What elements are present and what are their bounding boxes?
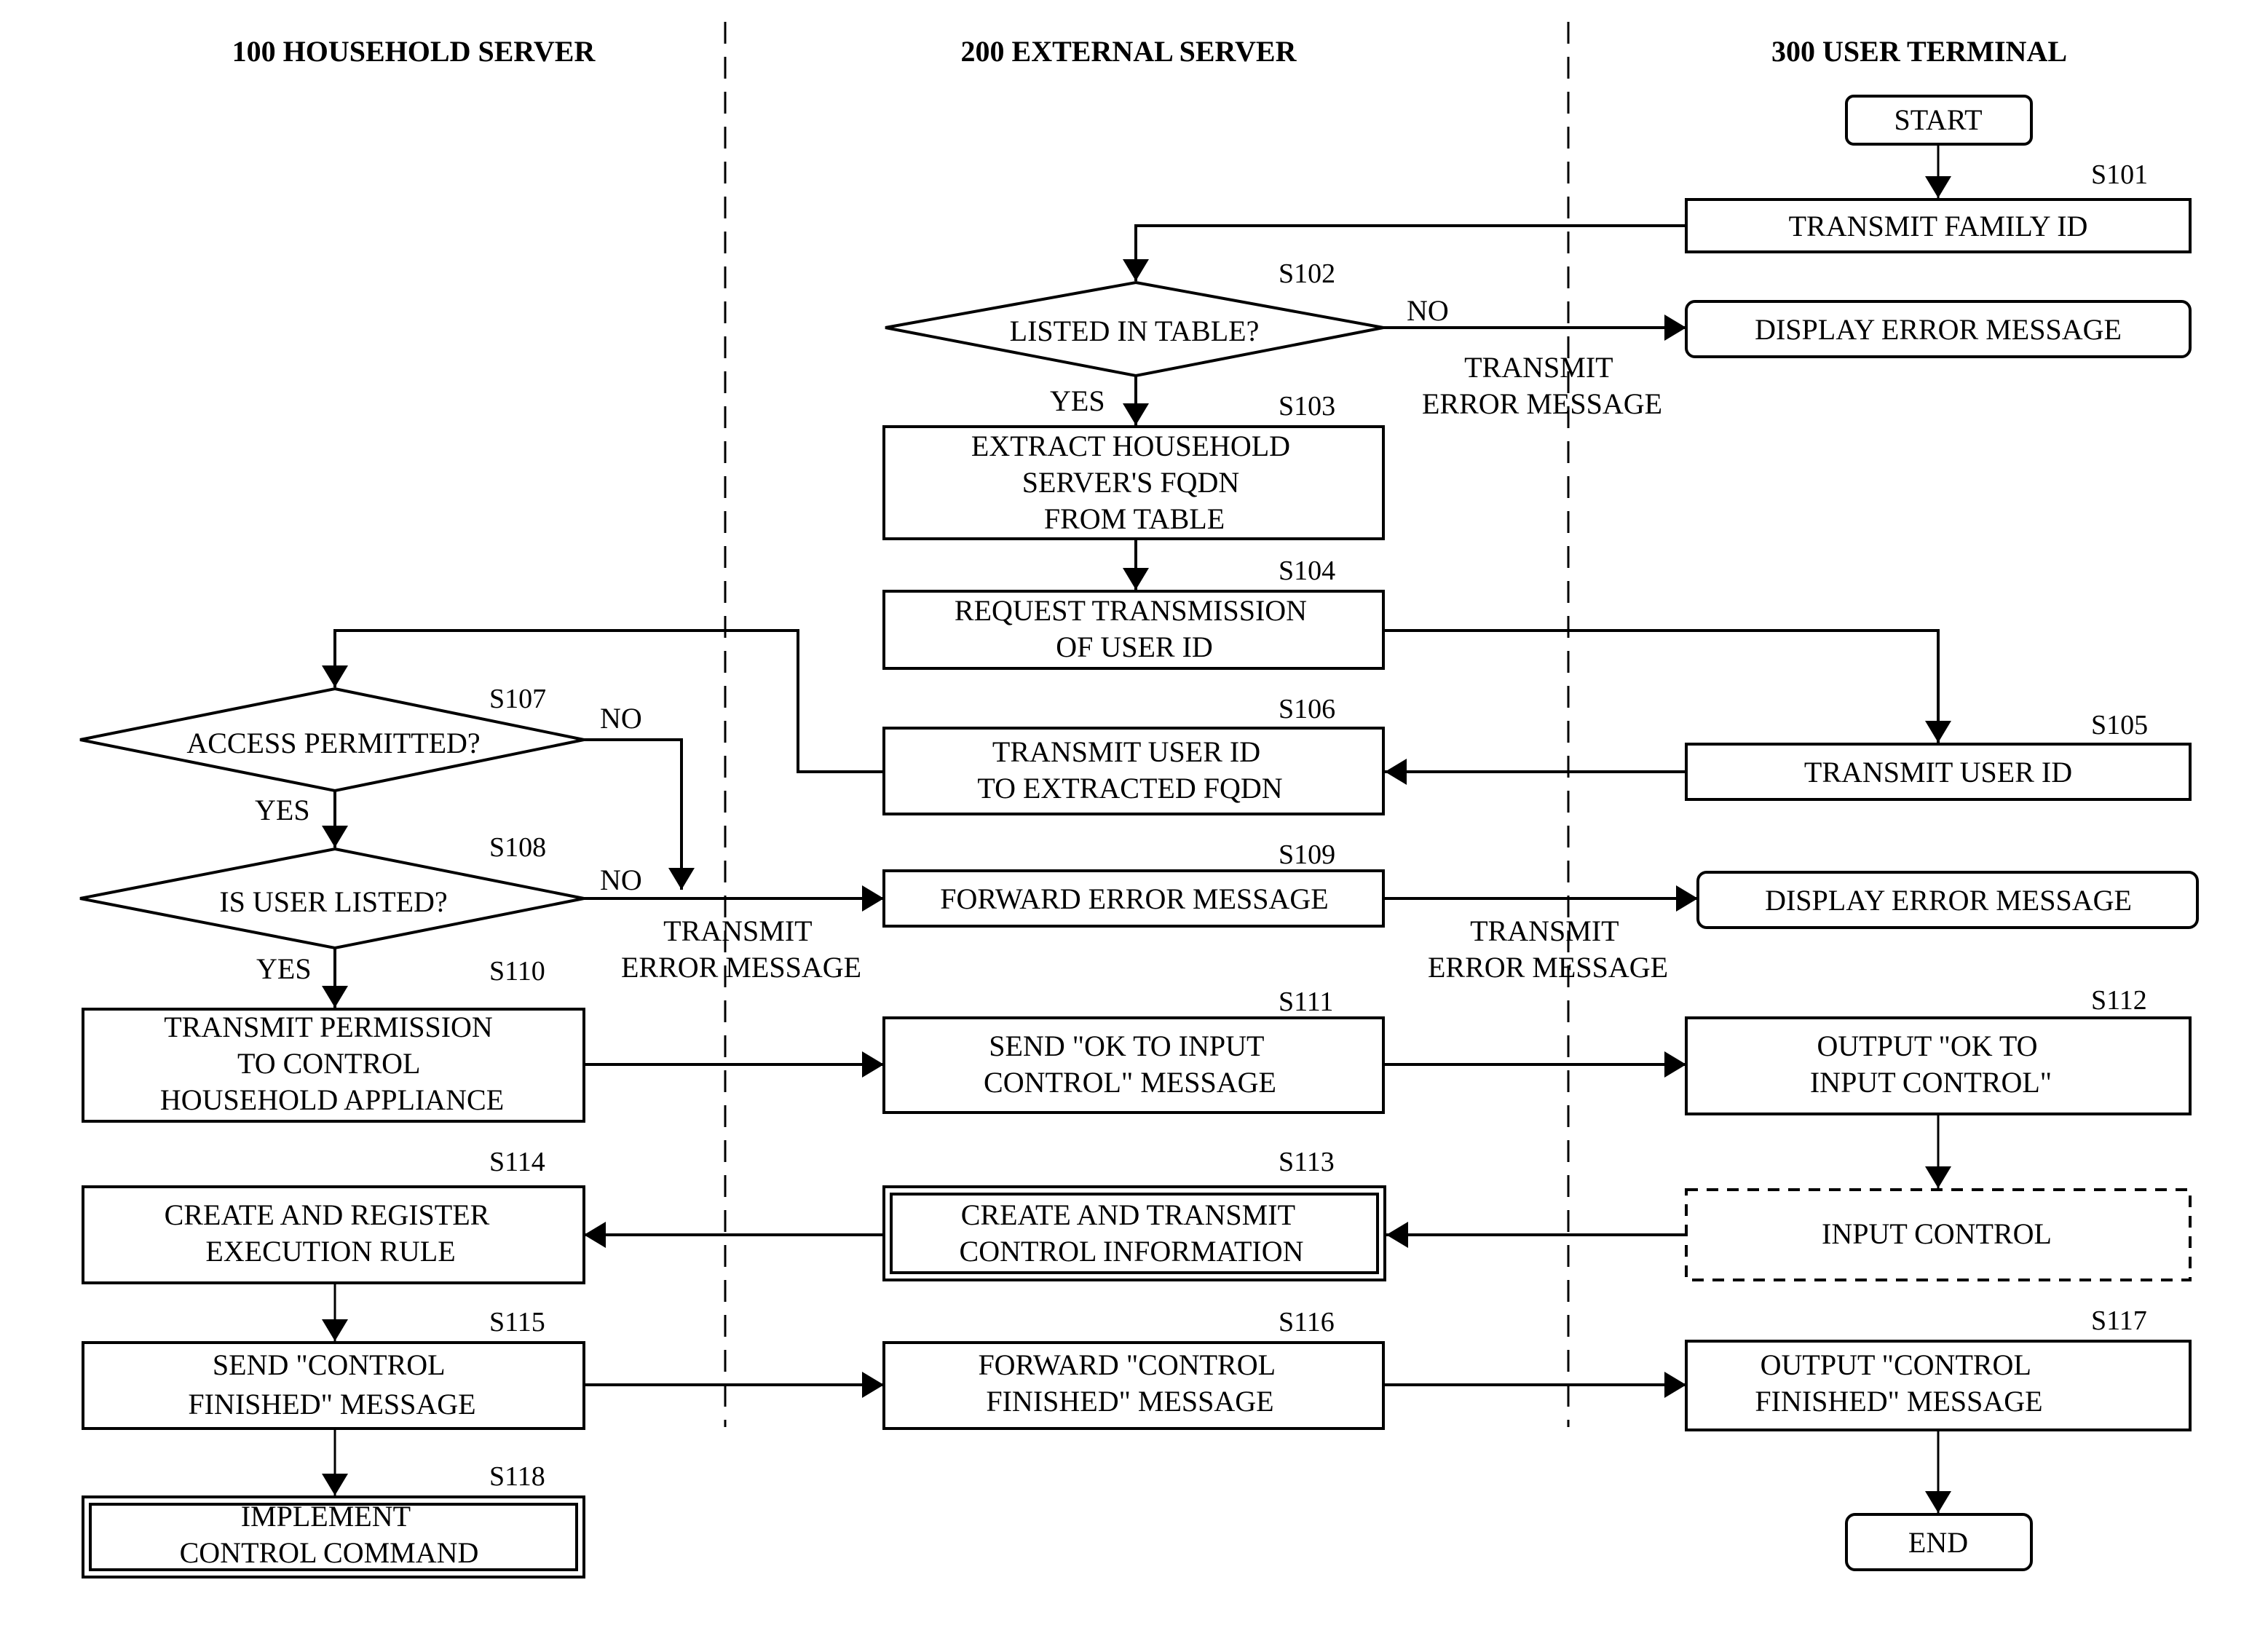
display-error-message-2: DISPLAY ERROR MESSAGE xyxy=(1696,871,2199,929)
step-s103-extract-fqdn: S103 EXTRACT HOUSEHOLD SERVER'S FQDN FRO… xyxy=(882,391,1385,540)
step-s104-request-user-id: S104 REQUEST TRANSMISSION OF USER ID xyxy=(882,556,1385,670)
step-number: S117 xyxy=(2091,1305,2147,1336)
node-label: TRANSMIT USER ID xyxy=(1804,756,2072,789)
step-number: S106 xyxy=(1279,694,1335,724)
step-number: S109 xyxy=(1279,839,1335,870)
step-s116-forward-control-finished: S116 FORWARD "CONTROL FINISHED" MESSAGE xyxy=(882,1307,1385,1430)
step-number: S112 xyxy=(2091,985,2147,1016)
step-number: S116 xyxy=(1279,1307,1335,1337)
step-number: S118 xyxy=(489,1461,545,1492)
transmit-error-label-1: TRANSMIT ERROR MESSAGE xyxy=(1422,351,1662,420)
transmit-error-label-3: TRANSMIT ERROR MESSAGE xyxy=(1428,914,1668,984)
step-s106-transmit-to-fqdn: S106 TRANSMIT USER ID TO EXTRACTED FQDN xyxy=(882,694,1385,815)
start-terminal: START xyxy=(1845,95,2033,146)
step-number: S111 xyxy=(1279,987,1333,1017)
end-terminal: END xyxy=(1845,1513,2033,1571)
node-label: TRANSMIT FAMILY ID xyxy=(1789,210,2088,242)
flowchart: 100 HOUSEHOLD SERVER 200 EXTERNAL SERVER… xyxy=(79,22,2199,1578)
step-number: S108 xyxy=(489,832,546,863)
step-s108-is-user-listed: S108 IS USER LISTED? xyxy=(79,832,585,950)
step-s107-access-permitted: S107 ACCESS PERMITTED? xyxy=(79,684,585,793)
step-s111-send-ok-message: S111 SEND "OK TO INPUT CONTROL" MESSAGE xyxy=(882,987,1385,1114)
step-number: S103 xyxy=(1279,391,1335,422)
s102-yes-label: YES xyxy=(1050,384,1105,417)
step-number: S115 xyxy=(489,1307,545,1337)
step-number: S113 xyxy=(1279,1147,1335,1177)
node-label: ACCESS PERMITTED? xyxy=(186,727,480,759)
lane-title-user-terminal: 300 USER TERMINAL xyxy=(1771,35,2067,68)
step-s109-forward-error-message: S109 FORWARD ERROR MESSAGE xyxy=(882,839,1385,928)
s107-yes-label: YES xyxy=(255,794,310,826)
input-control-step: INPUT CONTROL xyxy=(1685,1188,2192,1281)
node-label: IS USER LISTED? xyxy=(219,885,447,918)
step-number: S110 xyxy=(489,956,545,987)
lane-title-household-server: 100 HOUSEHOLD SERVER xyxy=(232,35,596,68)
step-number: S104 xyxy=(1279,556,1335,586)
step-number: S102 xyxy=(1279,258,1335,289)
step-s114-create-register-rule: S114 CREATE AND REGISTER EXECUTION RULE xyxy=(82,1147,585,1284)
step-s115-send-control-finished: S115 SEND "CONTROL FINISHED" MESSAGE xyxy=(82,1307,585,1430)
s108-yes-label: YES xyxy=(256,952,312,985)
end-label: END xyxy=(1908,1526,1968,1559)
node-label: DISPLAY ERROR MESSAGE xyxy=(1755,313,2122,346)
start-label: START xyxy=(1894,103,1982,136)
node-label: DISPLAY ERROR MESSAGE xyxy=(1765,884,2132,917)
step-number: S114 xyxy=(489,1147,545,1177)
edge-s101-s102 xyxy=(1123,224,1686,281)
display-error-message-1: DISPLAY ERROR MESSAGE xyxy=(1685,300,2192,358)
node-label: FORWARD ERROR MESSAGE xyxy=(940,882,1328,915)
step-number: S105 xyxy=(2091,710,2148,740)
step-s117-output-control-finished: S117 OUTPUT "CONTROL FINISHED" MESSAGE xyxy=(1685,1305,2192,1431)
step-number: S107 xyxy=(489,684,546,714)
s102-no-label: NO xyxy=(1407,294,1449,327)
step-s118-implement-control-command: S118 IMPLEMENT CONTROL COMMAND xyxy=(82,1461,585,1578)
s107-no-label: NO xyxy=(600,702,642,735)
node-label: INPUT CONTROL xyxy=(1822,1217,2052,1250)
transmit-error-label-2: TRANSMIT ERROR MESSAGE xyxy=(621,914,861,984)
step-s112-output-ok: S112 OUTPUT "OK TO INPUT CONTROL" xyxy=(1685,985,2192,1115)
step-s113-create-transmit-control: S113 CREATE AND TRANSMIT CONTROL INFORMA… xyxy=(882,1147,1386,1281)
edge-s104-s105 xyxy=(1383,629,1951,743)
s108-no-label: NO xyxy=(600,864,642,896)
lane-title-external-server: 200 EXTERNAL SERVER xyxy=(961,35,1297,68)
step-number: S101 xyxy=(2091,159,2148,190)
node-label: LISTED IN TABLE? xyxy=(1010,315,1260,347)
